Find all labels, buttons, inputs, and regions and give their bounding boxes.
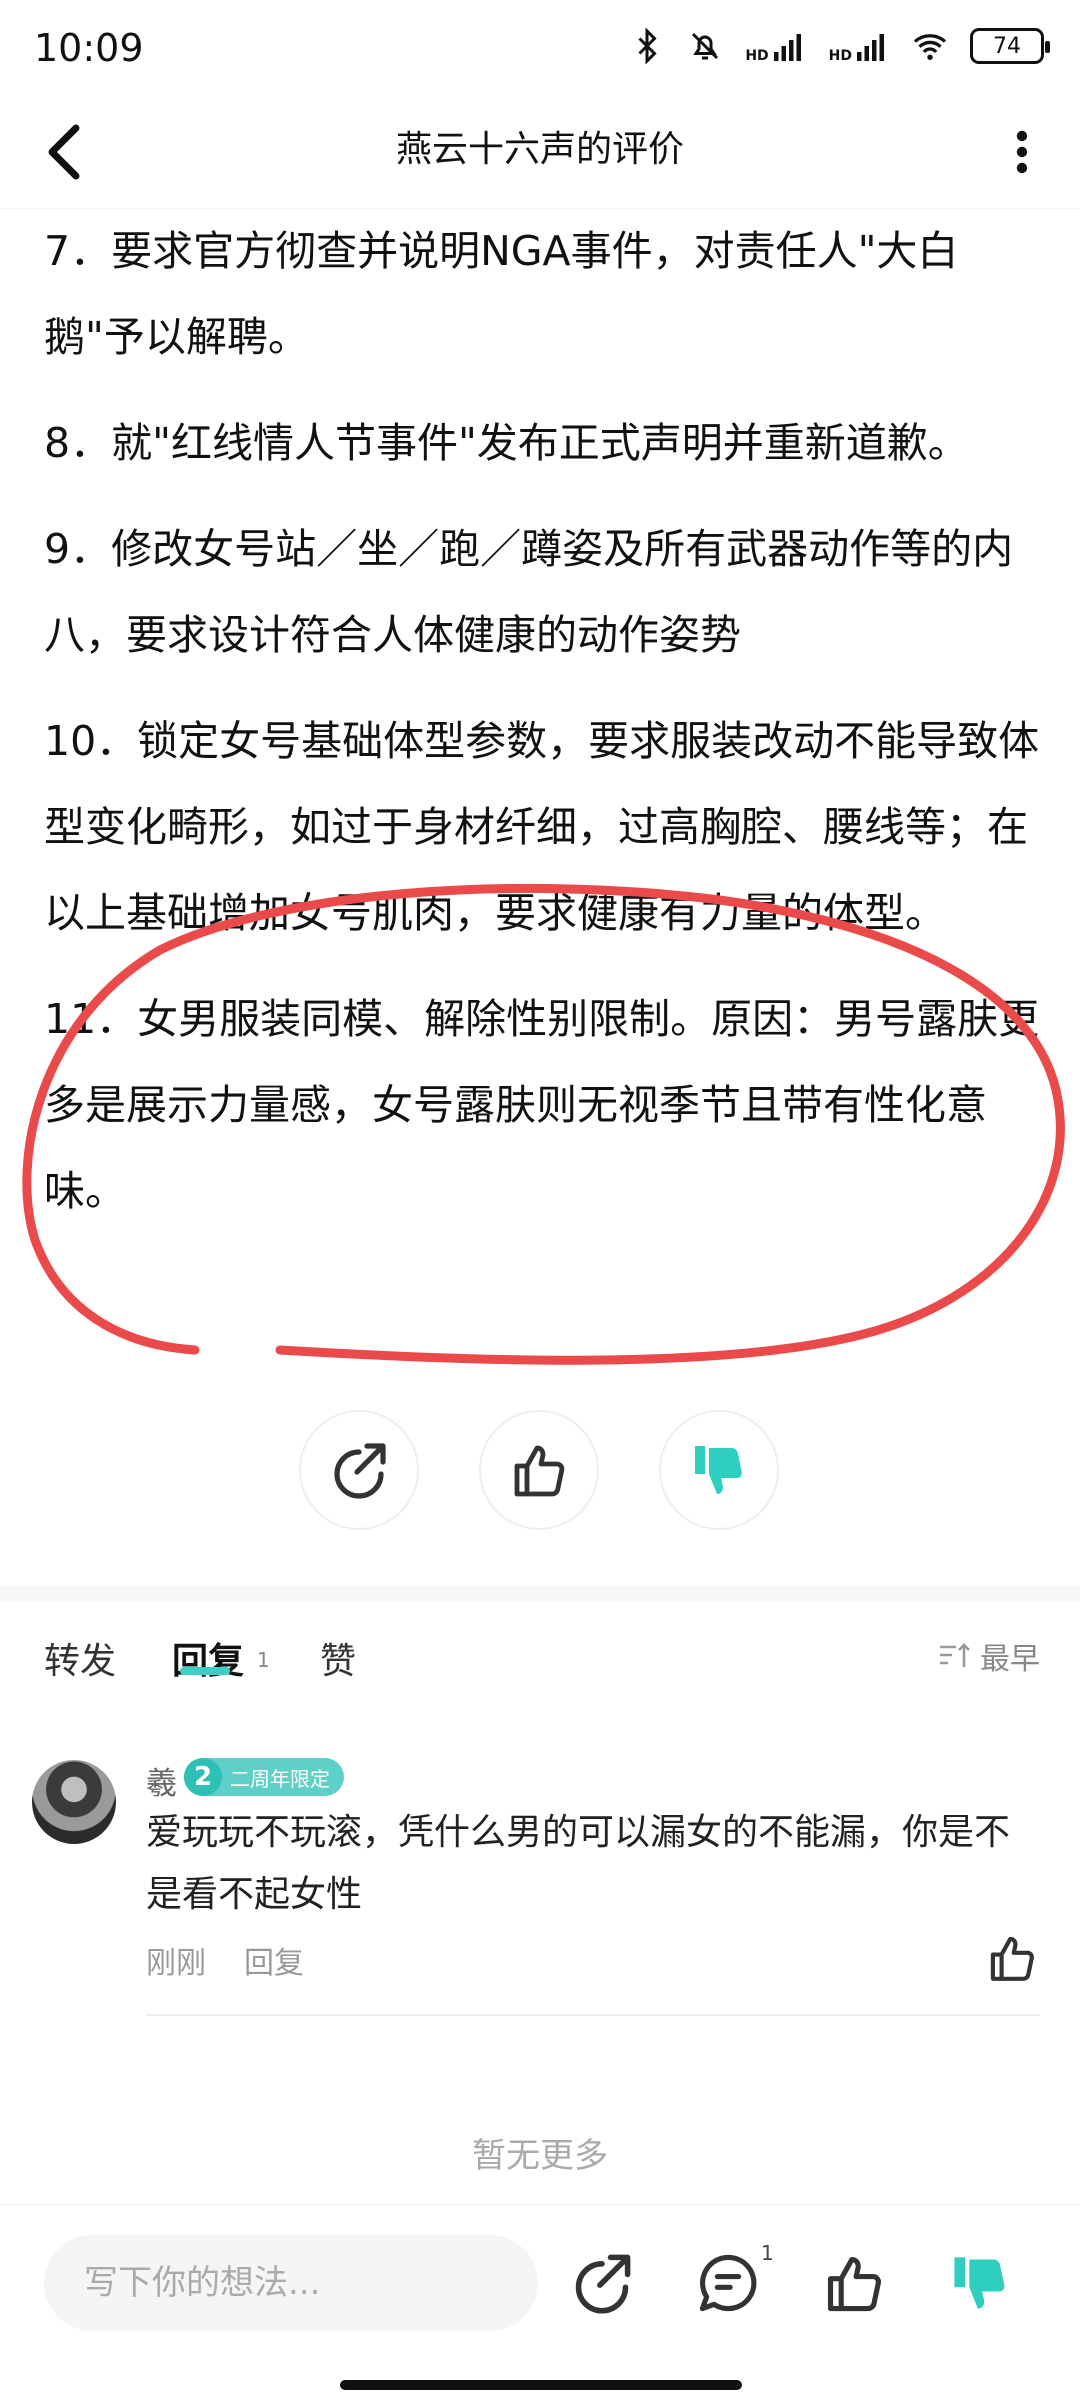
section-divider [0,1586,1080,1602]
avatar[interactable] [32,1760,116,1844]
signal-2-group: HD [829,28,890,64]
battery-icon: 74 [970,28,1050,64]
no-more-text: 暂无更多 [472,2136,608,2176]
content-paragraph: 10．锁定女号基础体型参数，要求服装改动不能导致体型变化畸形，如过于身材纤细，过… [44,717,1040,937]
signal-1-group: HD [745,28,806,64]
mute-bell-icon [692,32,719,60]
hd-label-2: HD [828,48,852,64]
signal-bars-icon [857,34,884,61]
thumbs-up-icon [514,1445,565,1497]
thumbs-up-icon[interactable] [822,2251,886,2315]
badge-text: 二周年限定 [230,1766,330,1791]
share-icon [334,1443,386,1499]
comment-count: 1 [761,2241,774,2265]
wifi-icon [913,34,947,60]
comment-divider [146,2014,1040,2016]
reply-count: 1 [257,1648,270,1672]
badge-number: 2 [184,1758,222,1796]
status-icons: HD HD 74 [629,28,1050,64]
dislike-button[interactable] [659,1410,779,1530]
status-bar: 10:09 HD HD 74 [0,0,1080,96]
share-icon[interactable] [570,2251,634,2315]
comment-like-icon[interactable] [986,1932,1038,1984]
more-vertical-icon[interactable] [994,120,1050,184]
anniversary-badge: 2 二周年限定 [184,1758,344,1796]
tab-reply[interactable]: 回复 [172,1632,244,1684]
status-time: 10:09 [34,26,144,70]
sort-label: 最早 [980,1642,1040,1677]
comment-tabs: 转发 回复 赞 [0,1620,1080,1700]
content-paragraph: 11．女男服装同模、解除性别限制。原因：男号露肤更多是展示力量感，女号露肤则无视… [44,995,1040,1215]
sort-icon [940,1643,970,1667]
tab-like[interactable]: 赞 [320,1632,356,1684]
comment-text: 爱玩玩不玩滚，凭什么男的可以漏女的不能漏，你是不是看不起女性 [146,1812,1011,1915]
content-paragraph: 8．就"红线情人节事件"发布正式声明并重新道歉。 [44,419,969,467]
post-actions [0,1410,1080,1534]
comment-item: 羲 2 二周年限定 爱玩玩不玩滚，凭什么男的可以漏女的不能漏，你是不是看不起女性… [0,1750,1080,2020]
page-title: 燕云十六声的评价 [395,129,684,170]
share-button[interactable] [299,1410,419,1530]
hd-label-1: HD [745,48,769,64]
home-indicator [340,2380,742,2390]
content-paragraph: 7．要求官方彻查并说明NGA事件，对责任人"大白鹅"予以解聘。 [44,227,959,361]
comment-input[interactable] [44,2235,538,2331]
top-nav-bar: 燕云十六声的评价 [0,96,1080,209]
comment-icon[interactable] [696,2251,760,2315]
tab-forward[interactable]: 转发 [44,1632,116,1684]
like-button[interactable] [479,1410,599,1530]
thumbs-down-filled-icon[interactable] [948,2251,1012,2315]
thumbs-down-filled-icon [695,1446,742,1494]
comment-reply-button[interactable]: 回复 [244,1938,304,1982]
post-content: 7．要求官方彻查并说明NGA事件，对责任人"大白鹅"予以解聘。 8．就"红线情人… [44,208,1044,1254]
bluetooth-icon [638,28,657,64]
comment-username[interactable]: 羲 [146,1758,177,1803]
battery-level: 74 [993,33,1021,59]
active-tab-indicator [180,1667,230,1675]
comment-time: 刚刚 [146,1946,206,1981]
bottom-action-bar: 1 [0,2204,1080,2365]
signal-bars-icon [773,34,801,61]
content-paragraph: 9．修改女号站／坐／跑／蹲姿及所有武器动作等的内八，要求设计符合人体健康的动作姿… [44,525,1014,659]
sort-toggle[interactable]: 最早 [938,1634,1040,1678]
